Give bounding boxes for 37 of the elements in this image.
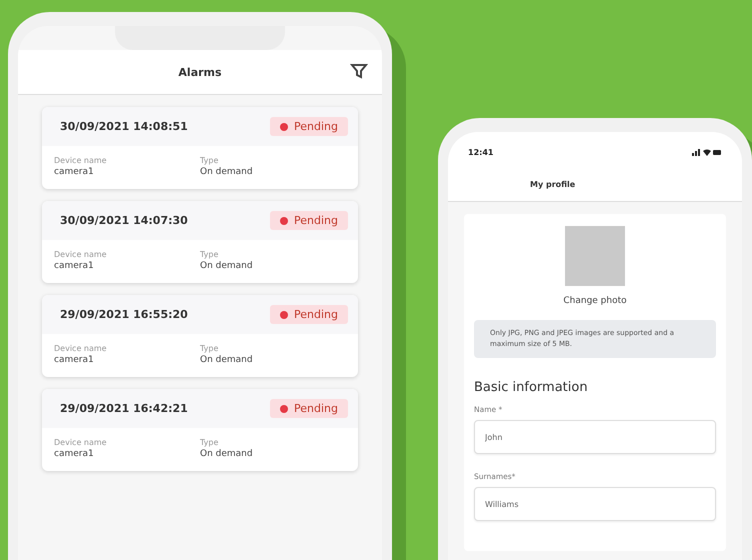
alarm-card[interactable]: 30/09/2021 14:08:51 Pending Device name Type camera1 On demand bbox=[42, 107, 358, 189]
field-label: Device name bbox=[54, 438, 108, 447]
alarm-type: On demand bbox=[200, 449, 254, 459]
status-badge: Pending bbox=[270, 305, 348, 324]
field-label: Device name bbox=[54, 250, 108, 259]
status-badge: Pending bbox=[270, 399, 348, 418]
alarm-type: On demand bbox=[200, 261, 254, 271]
section-title: Basic information bbox=[474, 380, 589, 396]
alarm-card[interactable]: 29/09/2021 16:55:20 Pending Device name Type camera1 On demand bbox=[42, 295, 358, 377]
alarm-card[interactable]: 29/09/2021 16:42:21 Pending Device name Type camera1 On demand bbox=[42, 389, 358, 471]
field-label: Type bbox=[200, 250, 220, 259]
status-badge: Pending bbox=[270, 211, 348, 230]
alarm-type: On demand bbox=[200, 167, 254, 177]
field-label: Device name bbox=[54, 156, 108, 165]
device-name: camera1 bbox=[54, 355, 95, 365]
field-label: Type bbox=[200, 344, 220, 353]
input-field[interactable]: Williams bbox=[474, 487, 716, 522]
alarm-datetime: 30/09/2021 14:08:51 bbox=[60, 120, 188, 133]
clock: 12:41 bbox=[468, 148, 494, 156]
alarm-card[interactable]: 30/09/2021 14:07:30 Pending Device name Type camera1 On demand bbox=[42, 201, 358, 283]
change-photo-link[interactable]: Change photo bbox=[563, 296, 627, 306]
filter-icon[interactable] bbox=[350, 62, 368, 80]
status-icons bbox=[692, 148, 722, 156]
photo-placeholder bbox=[565, 226, 625, 286]
device-name: camera1 bbox=[54, 449, 95, 459]
field-label: Device name bbox=[54, 344, 108, 353]
device-name: camera1 bbox=[54, 167, 95, 177]
alarm-datetime: 30/09/2021 14:07:30 bbox=[60, 214, 188, 227]
field-label: Type bbox=[200, 156, 220, 165]
alarm-datetime: 29/09/2021 16:42:21 bbox=[60, 402, 188, 415]
screen-title: My profile bbox=[530, 180, 576, 189]
status-badge: Pending bbox=[270, 117, 348, 136]
alarm-datetime: 29/09/2021 16:55:20 bbox=[60, 308, 188, 321]
field-label: Type bbox=[200, 438, 220, 447]
alarm-type: On demand bbox=[200, 355, 254, 365]
device-name: camera1 bbox=[54, 261, 95, 271]
screen-title: Alarms bbox=[178, 66, 222, 78]
